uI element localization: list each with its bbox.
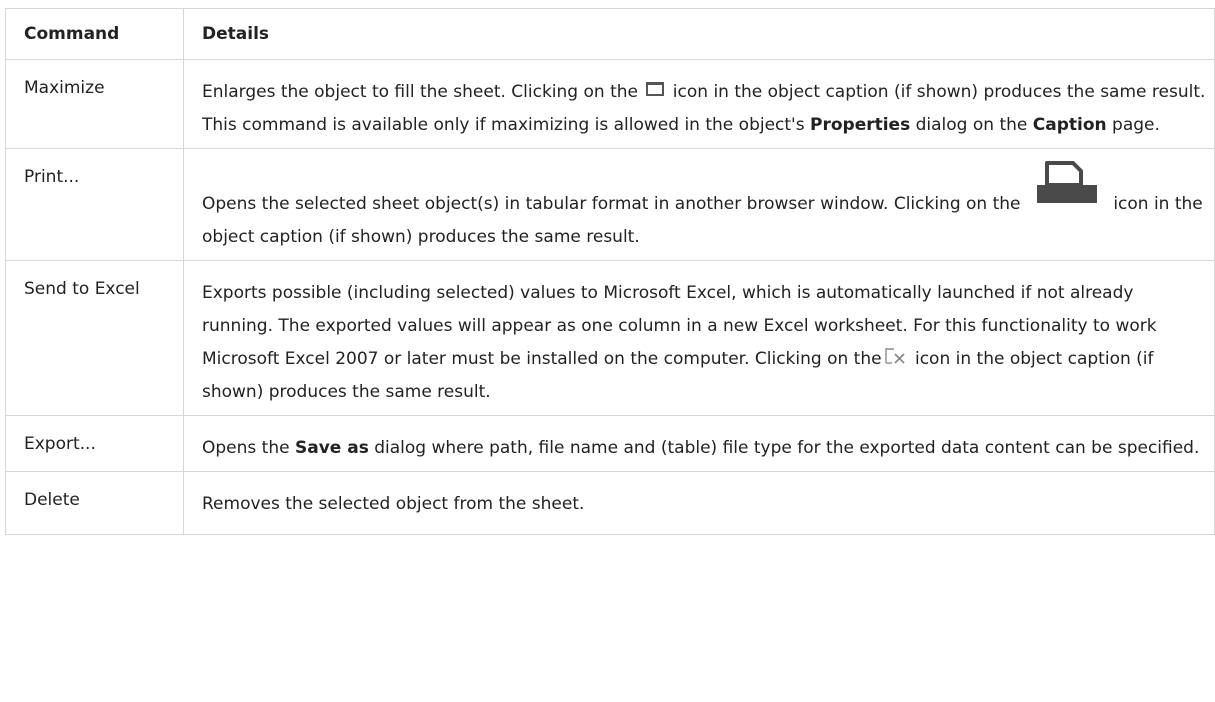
command-delete: Delete: [5, 471, 184, 535]
details-text: dialog on the: [915, 115, 1028, 135]
maximize-icon: [646, 82, 665, 96]
details-text: Opens the selected sheet object(s) in ta…: [202, 194, 1021, 214]
details-maximize: Enlarges the object to fill the sheet. C…: [183, 59, 1215, 149]
table-header-row: Command Details: [5, 8, 1215, 60]
details-send-to-excel: Exports possible (including selected) va…: [183, 260, 1215, 416]
details-delete: Removes the selected object from the she…: [183, 471, 1215, 535]
details-bold-properties: Properties: [810, 115, 911, 135]
details-bold-save-as: Save as: [294, 438, 369, 458]
table-row-print: Print... Opens the selected sheet object…: [5, 148, 1215, 261]
table-row-delete: Delete Removes the selected object from …: [5, 471, 1215, 535]
table-row-send-to-excel: Send to Excel Exports possible (includin…: [5, 260, 1215, 416]
send-to-excel-icon: [884, 348, 905, 364]
details-text: page.: [1112, 115, 1160, 135]
column-header-details: Details: [183, 8, 1215, 60]
details-text: dialog where path, file name and (table)…: [374, 438, 1200, 458]
table-row-export: Export... Opens the Save as dialog where…: [5, 415, 1215, 472]
details-print: Opens the selected sheet object(s) in ta…: [183, 148, 1215, 261]
details-bold-caption: Caption: [1032, 115, 1107, 135]
command-print: Print...: [5, 148, 184, 261]
command-maximize: Maximize: [5, 59, 184, 149]
print-icon: [1036, 161, 1097, 203]
details-text: Enlarges the object to fill the sheet. C…: [202, 82, 638, 102]
details-text: Opens the: [202, 438, 290, 458]
column-header-command: Command: [5, 8, 184, 60]
commands-table: Command Details Maximize Enlarges the ob…: [5, 8, 1215, 535]
table-row-maximize: Maximize Enlarges the object to fill the…: [5, 59, 1215, 149]
command-send-to-excel: Send to Excel: [5, 260, 184, 416]
details-export: Opens the Save as dialog where path, fil…: [183, 415, 1215, 472]
command-export: Export...: [5, 415, 184, 472]
